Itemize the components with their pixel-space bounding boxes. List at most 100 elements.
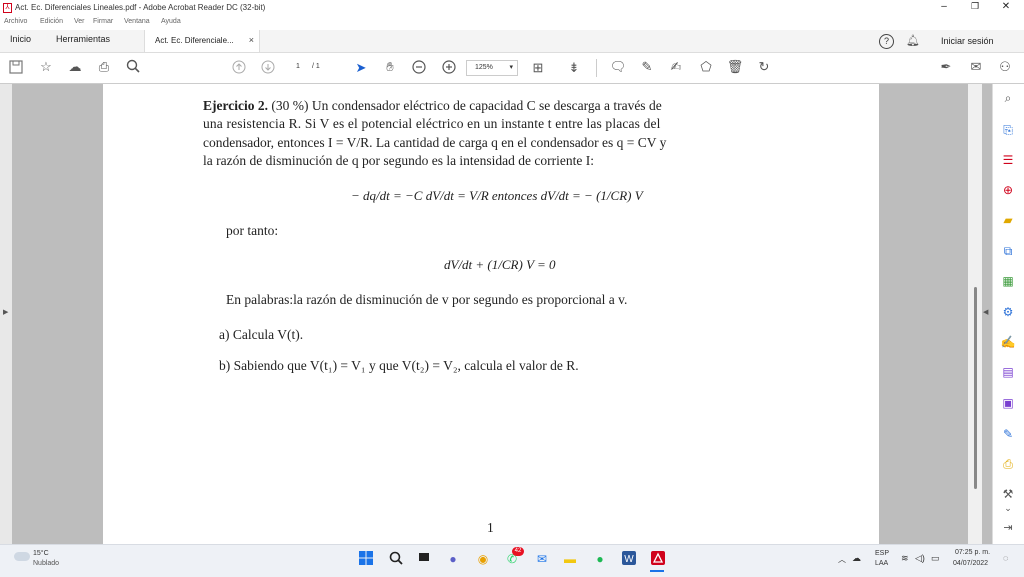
protect-pdf-icon[interactable]: ▣ bbox=[1000, 395, 1016, 411]
equation-1: − dq/dt = −C dV/dt = V/R entonces dV/dt … bbox=[351, 188, 643, 203]
notification-badge: 42 bbox=[512, 547, 524, 556]
exercise-heading: Ejercicio 2. bbox=[203, 98, 268, 113]
task-view-icon[interactable] bbox=[416, 551, 432, 567]
minimize-button[interactable]: – bbox=[934, 1, 954, 12]
equation-2: dV/dt + (1/CR) V = 0 bbox=[444, 257, 556, 272]
organize-pages-icon[interactable]: ☰ bbox=[1000, 152, 1016, 168]
tab-close-icon[interactable]: × bbox=[249, 35, 254, 45]
next-page-icon[interactable] bbox=[259, 60, 277, 78]
tab-document[interactable]: Act. Ec. Diferenciale... × bbox=[144, 30, 260, 52]
acrobat-app-icon: ⅄ bbox=[3, 3, 12, 13]
menu-bar: Archivo Edición Ver Firmar Ventana Ayuda bbox=[0, 16, 1024, 30]
hand-tool-icon[interactable]: ✋︎ bbox=[381, 59, 399, 75]
share-user-icon[interactable]: ⚇ bbox=[996, 59, 1014, 75]
pdf-page: Ejercicio 2. (30 %) Un condensador eléct… bbox=[103, 84, 879, 544]
highlight-pen-icon[interactable]: ✎ bbox=[638, 59, 656, 75]
weather-desc[interactable]: Nublado bbox=[33, 560, 59, 567]
edit-pdf-icon[interactable]: ▤ bbox=[1000, 364, 1016, 380]
rotate-icon[interactable]: ↻ bbox=[755, 59, 773, 75]
zoom-out-icon[interactable] bbox=[410, 60, 428, 78]
language-indicator-1[interactable]: ESP bbox=[875, 550, 889, 557]
file-explorer-icon[interactable]: ▬ bbox=[562, 551, 578, 567]
request-signature-icon[interactable]: ✎ bbox=[1000, 426, 1016, 442]
mail-icon[interactable]: ✉ bbox=[534, 551, 550, 567]
zoom-value: 125% bbox=[475, 64, 493, 71]
notifications-icon[interactable]: ◌ bbox=[1003, 553, 1008, 563]
search-taskbar-icon[interactable] bbox=[388, 551, 404, 567]
tab-herramientas[interactable]: Herramientas bbox=[56, 34, 110, 44]
word-icon[interactable]: W bbox=[621, 551, 637, 567]
chevron-down-icon[interactable]: ⌄ bbox=[1000, 500, 1016, 516]
export-pdf-icon[interactable]: ⎘ bbox=[1000, 122, 1016, 138]
bookmark-star-icon[interactable]: ☆ bbox=[37, 59, 55, 75]
cloud-icon bbox=[14, 552, 30, 561]
scrollbar-thumb[interactable] bbox=[974, 287, 977, 489]
comment-tool-icon[interactable]: ▰ bbox=[1000, 212, 1016, 228]
search-tool-icon[interactable]: ⌕ bbox=[1000, 90, 1016, 106]
print-icon[interactable]: ⎙ bbox=[95, 59, 113, 75]
fit-page-icon[interactable]: ⊞ bbox=[529, 60, 547, 76]
weather-temp[interactable]: 15°C bbox=[33, 550, 49, 557]
collapse-right-panel-icon[interactable]: ◀ bbox=[983, 308, 988, 316]
page-total: / 1 bbox=[312, 63, 320, 70]
stamp-icon[interactable]: ⬠ bbox=[697, 59, 715, 75]
sign-icon[interactable]: ✍︎ bbox=[667, 59, 685, 75]
scroll-mode-icon[interactable]: ⇟ bbox=[565, 60, 583, 76]
zoom-in-icon[interactable] bbox=[440, 60, 458, 78]
save-icon[interactable] bbox=[7, 60, 25, 78]
acrobat-taskbar-icon[interactable] bbox=[650, 551, 666, 567]
previous-page-icon[interactable] bbox=[230, 60, 248, 78]
expand-left-panel-icon[interactable]: ▶ bbox=[3, 308, 8, 316]
collapse-pane-icon[interactable]: ⇥ bbox=[1000, 520, 1016, 536]
teams-chat-icon[interactable]: ● bbox=[445, 551, 461, 567]
upload-cloud-icon[interactable]: ☁ bbox=[66, 59, 84, 75]
page-number-input[interactable]: 1 bbox=[287, 60, 309, 74]
page-number: 1 bbox=[487, 520, 494, 535]
maximize-button[interactable]: ❐ bbox=[965, 1, 985, 12]
tray-chevron-up-icon[interactable]: ︿ bbox=[838, 554, 846, 565]
menu-archivo[interactable]: Archivo bbox=[4, 18, 27, 25]
menu-firmar[interactable]: Firmar bbox=[93, 18, 113, 25]
search-icon[interactable] bbox=[124, 59, 142, 77]
zoom-dropdown[interactable]: 125% ▾ bbox=[466, 60, 518, 76]
menu-ver[interactable]: Ver bbox=[74, 18, 85, 25]
exercise-paragraph: Ejercicio 2. (30 %) Un condensador eléct… bbox=[203, 97, 662, 115]
spotify-icon[interactable]: ● bbox=[592, 551, 608, 567]
compress-pdf-icon[interactable]: ⚙ bbox=[1000, 304, 1016, 320]
tab-document-label: Act. Ec. Diferenciale... bbox=[155, 36, 234, 45]
title-bar: ⅄ Act. Ec. Diferenciales Lineales.pdf - … bbox=[0, 0, 1024, 16]
window-title: Act. Ec. Diferenciales Lineales.pdf - Ad… bbox=[15, 3, 266, 12]
chevron-down-icon: ▾ bbox=[509, 64, 513, 71]
bell-icon[interactable]: 🔔︎ bbox=[906, 34, 920, 47]
clock-date[interactable]: 04/07/2022 bbox=[953, 560, 988, 567]
toolbar-divider bbox=[596, 59, 597, 77]
volume-icon[interactable]: ◁) bbox=[915, 553, 925, 564]
por-tanto-text: por tanto: bbox=[226, 223, 279, 238]
wifi-icon[interactable]: ≋ bbox=[901, 553, 909, 564]
language-indicator-2[interactable]: LAA bbox=[875, 560, 888, 567]
clock-time[interactable]: 07:25 p. m. bbox=[955, 549, 990, 556]
delete-icon[interactable]: 🗑︎ bbox=[726, 59, 744, 75]
battery-icon[interactable]: ▭ bbox=[931, 553, 940, 564]
help-icon[interactable]: ? bbox=[879, 34, 894, 49]
sign-in-button[interactable]: Iniciar sesión bbox=[941, 36, 994, 46]
fill-sign-icon[interactable]: ✒ bbox=[937, 59, 955, 75]
start-windows-icon[interactable] bbox=[358, 551, 374, 567]
email-icon[interactable]: ✉ bbox=[967, 59, 985, 75]
menu-edicion[interactable]: Edición bbox=[40, 18, 63, 25]
create-pdf-icon[interactable]: ⊕ bbox=[1000, 182, 1016, 198]
menu-ayuda[interactable]: Ayuda bbox=[161, 18, 181, 25]
comment-icon[interactable]: 🗨︎ bbox=[609, 59, 627, 75]
fill-sign-tool-icon[interactable]: ✍ bbox=[1000, 334, 1016, 350]
close-button[interactable]: ✕ bbox=[996, 1, 1016, 12]
tab-inicio[interactable]: Inicio bbox=[10, 34, 31, 44]
menu-ventana[interactable]: Ventana bbox=[124, 18, 150, 25]
combine-files-icon[interactable]: ⧉ bbox=[1000, 243, 1016, 259]
tray-app-icon[interactable]: ☁ bbox=[852, 553, 861, 564]
spreadsheet-icon[interactable]: ▦ bbox=[1000, 273, 1016, 289]
select-cursor-icon[interactable]: ➤ bbox=[352, 60, 370, 76]
item-b: b) Sabiendo que V(t₁) = V₁ y que V(t₂) =… bbox=[219, 358, 579, 373]
send-review-icon[interactable]: ⎙ bbox=[1000, 456, 1016, 472]
chrome-icon[interactable]: ◉ bbox=[475, 551, 491, 567]
en-palabras-text: En palabras:la razón de disminución de v… bbox=[226, 292, 628, 307]
